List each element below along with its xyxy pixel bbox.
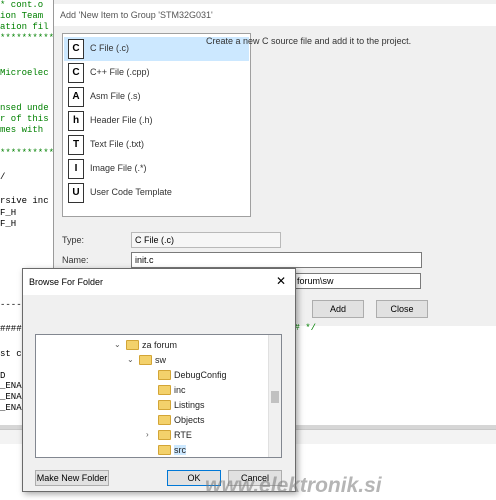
- folder-label: sw: [155, 355, 166, 365]
- code-line: Microelec: [0, 68, 49, 78]
- code-line: mes with: [0, 125, 44, 135]
- template-item[interactable]: T Text File (.txt): [64, 133, 249, 157]
- type-field: C File (.c): [131, 232, 281, 248]
- code-line: F_H: [0, 219, 17, 229]
- name-input[interactable]: init.c: [131, 252, 422, 268]
- folder-icon: [139, 355, 152, 365]
- file-icon: C: [68, 39, 84, 59]
- template-label: Asm File (.s): [90, 91, 141, 101]
- close-icon[interactable]: ✕: [275, 275, 287, 287]
- folder-icon: [126, 340, 139, 350]
- code-line: nsed unde: [0, 103, 49, 113]
- file-icon: A: [68, 87, 84, 107]
- template-item[interactable]: A Asm File (.s): [64, 85, 249, 109]
- expand-icon[interactable]: ⌄: [114, 338, 122, 352]
- code-line: st c: [0, 349, 22, 359]
- folder-label: src: [174, 445, 186, 455]
- template-label: Image File (.*): [90, 163, 147, 173]
- code-line: F_H: [0, 208, 17, 218]
- type-label: Type:: [62, 235, 85, 245]
- add-button[interactable]: Add: [312, 300, 364, 318]
- code-line: _ENA: [0, 381, 22, 391]
- file-icon: h: [68, 111, 84, 131]
- template-label: C++ File (.cpp): [90, 67, 150, 77]
- folder-label: DebugConfig: [174, 370, 227, 380]
- file-icon: I: [68, 159, 84, 179]
- browse-for-folder-dialog: Browse For Folder ✕ ⌄ za forum ⌄ sw DebugCon…: [22, 268, 296, 492]
- folder-icon: [158, 400, 171, 410]
- code-line: /: [0, 172, 6, 182]
- folder-icon: [158, 370, 171, 380]
- folder-label: Objects: [174, 415, 205, 425]
- code-line: **********: [0, 33, 55, 43]
- tree-scrollbar[interactable]: [268, 335, 281, 457]
- location-input[interactable]: za forum\sw: [284, 273, 421, 289]
- scrollbar-thumb[interactable]: [271, 391, 279, 403]
- folder-label: za forum: [142, 340, 178, 350]
- file-icon: C: [68, 63, 84, 83]
- folder-tree[interactable]: ⌄ za forum ⌄ sw DebugConfig inc Listings Object…: [35, 334, 282, 458]
- folder-icon: [158, 385, 171, 395]
- template-item[interactable]: U User Code Template: [64, 181, 249, 205]
- folder-icon: [158, 415, 171, 425]
- code-line: ----: [0, 300, 22, 310]
- dialog-title: Add 'New Item to Group 'STM32G031': [54, 4, 496, 26]
- file-icon: U: [68, 183, 84, 203]
- expand-icon[interactable]: ⌄: [127, 353, 135, 367]
- code-line: _ENA: [0, 392, 22, 402]
- template-label: Header File (.h): [90, 115, 153, 125]
- name-label: Name:: [62, 255, 89, 265]
- file-icon: T: [68, 135, 84, 155]
- template-list[interactable]: C C File (.c) C C++ File (.cpp) A Asm File (.…: [62, 33, 251, 217]
- browse-title-bar: Browse For Folder ✕: [23, 269, 295, 295]
- code-line: _ENA: [0, 403, 22, 413]
- code-line: * cont.o: [0, 0, 44, 10]
- template-label: Text File (.txt): [90, 139, 145, 149]
- folder-label: Listings: [174, 400, 205, 410]
- folder-label: inc: [174, 385, 186, 395]
- template-item[interactable]: h Header File (.h): [64, 109, 249, 133]
- template-item[interactable]: C C++ File (.cpp): [64, 61, 249, 85]
- close-button[interactable]: Close: [376, 300, 428, 318]
- code-line: ####: [0, 324, 22, 334]
- expand-icon[interactable]: ›: [146, 428, 154, 442]
- make-new-folder-button[interactable]: Make New Folder: [35, 470, 109, 486]
- code-line: rsive inc: [0, 196, 49, 206]
- watermark: www.elektronik.si: [205, 474, 382, 497]
- template-item[interactable]: I Image File (.*): [64, 157, 249, 181]
- code-line: ion Team: [0, 11, 44, 21]
- code-line: **********: [0, 148, 55, 158]
- folder-label: RTE: [174, 430, 192, 440]
- template-label: User Code Template: [90, 187, 172, 197]
- template-label: C File (.c): [90, 43, 129, 53]
- browse-title: Browse For Folder: [29, 277, 104, 287]
- folder-icon: [158, 445, 171, 455]
- template-description: Create a new C source file and add it to…: [206, 36, 412, 46]
- code-line: r of this: [0, 114, 49, 124]
- code-line: ation fil: [0, 22, 49, 32]
- folder-icon: [158, 430, 171, 440]
